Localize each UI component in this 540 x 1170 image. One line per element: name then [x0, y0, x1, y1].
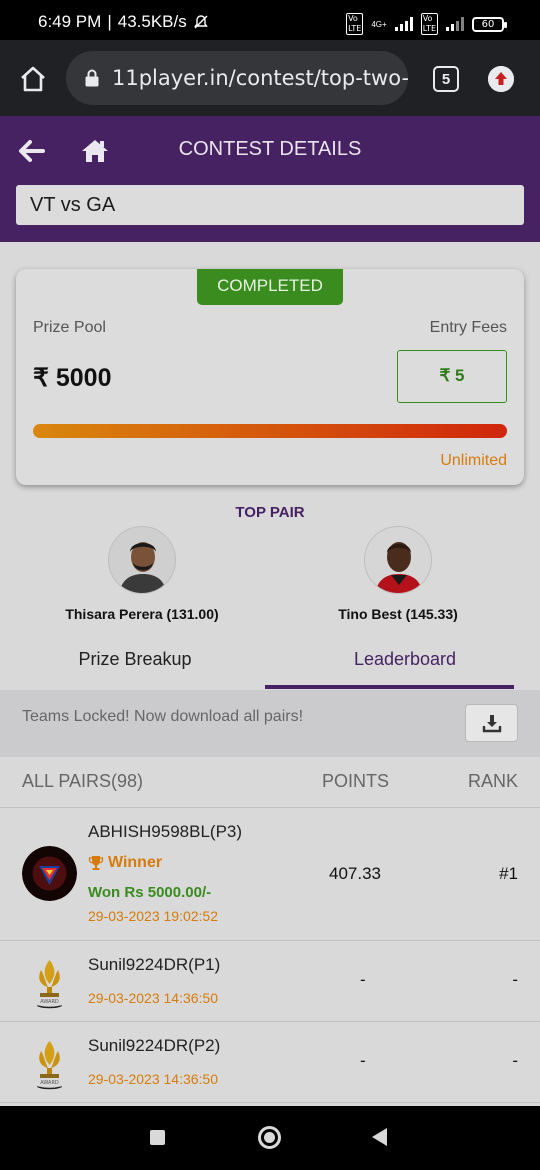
col-rank: RANK — [467, 771, 518, 791]
mute-icon — [193, 15, 208, 29]
spots-label: Unlimited — [440, 452, 507, 469]
update-icon — [488, 66, 514, 92]
col-points: POINTS — [322, 771, 390, 791]
volte-icon-2: Vo LTE — [420, 13, 438, 35]
tab-prize-breakup[interactable]: Prize Breakup — [0, 631, 270, 690]
player-name: Tino Best (145.33) — [338, 606, 458, 622]
user-name: Sunil9224DR(P2) — [88, 1036, 221, 1055]
status-badge: COMPLETED — [197, 269, 343, 305]
battery-icon: 60 — [472, 16, 507, 32]
address-bar[interactable]: 11player.in/contest/top-two-p — [66, 51, 408, 105]
signal-icon-2 — [446, 17, 464, 31]
rank-value: - — [512, 1051, 518, 1070]
won-amount: Won Rs 5000.00/- — [88, 884, 212, 901]
user-name: ABHISH9598BL(P3) — [88, 822, 243, 841]
col-pairs: ALL PAIRS(98) — [22, 771, 144, 791]
rank-value: - — [512, 970, 518, 989]
prize-pool-label: Prize Pool — [33, 319, 106, 336]
entry-date: 29-03-2023 19:02:52 — [88, 908, 218, 924]
browser-home-button[interactable] — [16, 62, 50, 96]
winner-badge: Winner — [88, 854, 162, 872]
points-value: - — [360, 1051, 366, 1070]
contest-card: COMPLETED Prize Pool Entry Fees ₹ 5000 ₹… — [16, 269, 524, 485]
locked-banner: Teams Locked! Now download all pairs! — [0, 690, 540, 757]
signal-icon — [394, 17, 413, 31]
page-title: CONTEST DETAILS — [178, 138, 362, 160]
points-value: 407.33 — [329, 864, 381, 883]
back-nav-button[interactable] — [372, 1128, 387, 1146]
lock-icon — [85, 69, 99, 87]
home-nav-button[interactable] — [258, 1126, 281, 1149]
tab-leaderboard[interactable]: Leaderboard — [270, 631, 540, 690]
status-time: 6:49 PM — [38, 12, 102, 31]
leaderboard-row[interactable]: AWARD Sunil9224DR(P1) 29-03-2023 14:36:5… — [0, 941, 540, 1022]
status-speed: 43.5KB/s — [117, 12, 187, 31]
recents-button[interactable] — [150, 1130, 165, 1145]
player-avatar — [364, 526, 432, 594]
url-text: 11player.in/contest/top-two-p — [112, 66, 408, 90]
player-name: Thisara Perera (131.00) — [65, 606, 219, 622]
entry-date: 29-03-2023 14:36:50 — [88, 1071, 218, 1087]
network-type: 4G+ — [371, 19, 387, 29]
svg-text:AWARD: AWARD — [40, 1080, 59, 1086]
top-pair-player-2: Tino Best (145.33) — [288, 526, 508, 622]
award-logo-icon: AWARD — [22, 1035, 77, 1090]
prize-pool-value: ₹ 5000 — [33, 364, 112, 392]
entry-fees-label: Entry Fees — [429, 319, 507, 336]
trophy-icon — [88, 856, 104, 870]
svg-text:AWARD: AWARD — [40, 999, 59, 1005]
home-icon — [21, 66, 45, 92]
download-icon — [482, 715, 501, 733]
browser-toolbar: 11player.in/contest/top-two-p 5 — [0, 40, 540, 116]
user-name: Sunil9224DR(P1) — [88, 955, 221, 974]
app-content: CONTEST DETAILS VT vs GA COMPLETED Prize… — [0, 116, 540, 1106]
top-pair-player-1: Thisara Perera (131.00) — [32, 526, 252, 622]
download-button[interactable] — [465, 704, 518, 742]
points-value: - — [360, 970, 366, 989]
award-logo-icon: AWARD — [22, 954, 77, 1009]
entry-date: 29-03-2023 14:36:50 — [88, 990, 218, 1006]
active-tab-indicator — [265, 685, 514, 689]
match-title: VT vs GA — [16, 185, 524, 225]
system-nav-bar — [0, 1106, 540, 1170]
tabs-button[interactable]: 5 — [433, 66, 459, 92]
tabs-bar: Prize Breakup Leaderboard — [0, 631, 540, 690]
leaderboard-header: ALL PAIRS(98) POINTS RANK — [0, 757, 540, 808]
leaderboard-row[interactable]: ABHISH9598BL(P3) Winner Won Rs 5000.00/-… — [0, 808, 540, 941]
player-avatar — [108, 526, 176, 594]
status-bar: 6:49 PM | 43.5KB/s Vo LTE 4G+ Vo LTE 60 — [0, 0, 540, 40]
leaderboard-row[interactable]: AWARD Sunil9224DR(P2) 29-03-2023 14:36:5… — [0, 1022, 540, 1103]
top-pair-title: TOP PAIR — [235, 504, 305, 521]
winner-label: Winner — [108, 854, 163, 871]
entry-fee-button[interactable]: ₹ 5 — [397, 350, 507, 403]
app-header: CONTEST DETAILS VT vs GA — [0, 116, 540, 242]
locked-text: Teams Locked! Now download all pairs! — [22, 708, 304, 725]
volte-icon: Vo LTE — [346, 13, 364, 35]
update-button[interactable] — [488, 66, 514, 92]
rank-value: #1 — [499, 864, 518, 883]
user-avatar — [22, 846, 77, 901]
spots-progress-bar — [33, 424, 507, 438]
